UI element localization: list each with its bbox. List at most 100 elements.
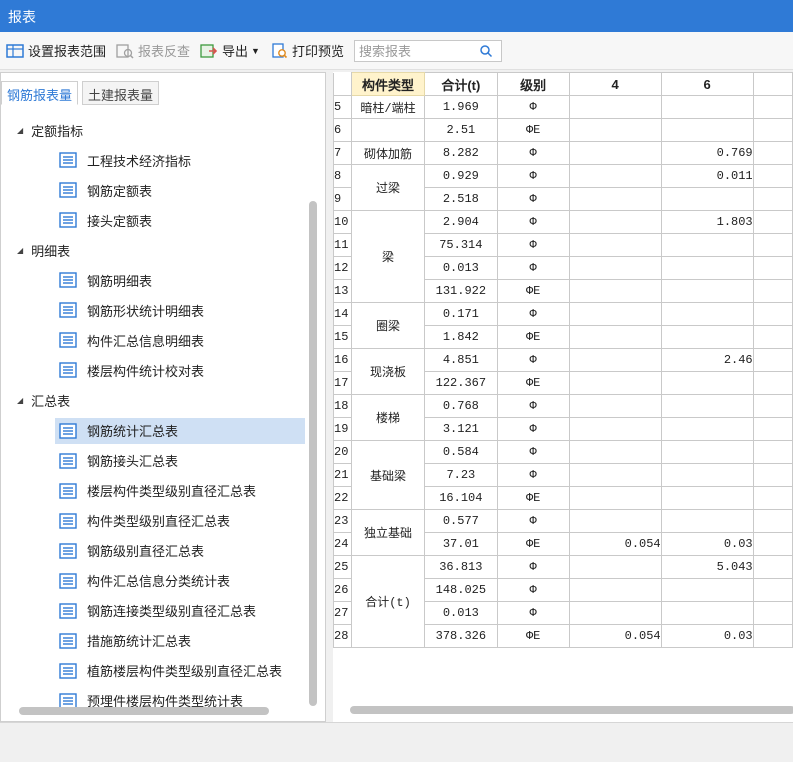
dia-4-cell[interactable] — [568, 187, 662, 211]
total-cell[interactable]: 2.518 — [424, 187, 498, 211]
blank-cell[interactable] — [752, 348, 793, 372]
total-cell[interactable]: 1.842 — [424, 325, 498, 349]
grade-cell[interactable]: Φ — [496, 417, 570, 441]
dia-4-cell[interactable]: 0.054 — [568, 624, 662, 648]
total-cell[interactable]: 0.013 — [424, 601, 498, 625]
column-header-dia-4[interactable]: 4 — [568, 72, 662, 96]
tree-item[interactable]: 措施筋统计汇总表 — [55, 628, 305, 654]
blank-cell[interactable] — [752, 118, 793, 142]
dia-6-cell[interactable] — [660, 440, 754, 464]
total-cell[interactable]: 8.282 — [424, 141, 498, 165]
row-number-cell[interactable]: 24 — [333, 532, 352, 556]
dia-4-cell[interactable] — [568, 141, 662, 165]
dia-6-cell[interactable] — [660, 463, 754, 487]
grid-horizontal-scrollbar[interactable] — [350, 706, 793, 714]
dia-4-cell[interactable] — [568, 164, 662, 188]
tree-vertical-scrollbar[interactable] — [309, 201, 317, 706]
grade-cell[interactable]: Φ — [496, 187, 570, 211]
dia-4-cell[interactable] — [568, 394, 662, 418]
tree-item[interactable]: 钢筋明细表 — [55, 267, 305, 293]
category-cell[interactable]: 独立基础 — [350, 509, 426, 556]
dia-4-cell[interactable] — [568, 417, 662, 441]
row-number-cell[interactable]: 6 — [333, 118, 352, 142]
search-icon[interactable] — [479, 44, 493, 58]
row-number-cell[interactable]: 16 — [333, 348, 352, 372]
total-cell[interactable]: 0.577 — [424, 509, 498, 533]
row-number-cell[interactable]: 13 — [333, 279, 352, 303]
dia-6-cell[interactable] — [660, 187, 754, 211]
row-number-cell[interactable]: 8 — [333, 164, 352, 188]
row-number-cell[interactable]: 18 — [333, 394, 352, 418]
grade-cell[interactable]: Φ — [496, 164, 570, 188]
total-cell[interactable]: 0.929 — [424, 164, 498, 188]
dia-6-cell[interactable]: 0.03 — [660, 624, 754, 648]
blank-cell[interactable] — [752, 187, 793, 211]
category-cell[interactable]: 过梁 — [350, 164, 426, 211]
blank-cell[interactable] — [752, 164, 793, 188]
total-cell[interactable]: 75.314 — [424, 233, 498, 257]
grade-cell[interactable]: Φ — [496, 509, 570, 533]
row-number-cell[interactable]: 17 — [333, 371, 352, 395]
dia-6-cell[interactable] — [660, 95, 754, 119]
dia-6-cell[interactable] — [660, 371, 754, 395]
total-cell[interactable]: 122.367 — [424, 371, 498, 395]
blank-cell[interactable] — [752, 256, 793, 280]
dia-4-cell[interactable] — [568, 302, 662, 326]
category-cell[interactable]: 暗柱/端柱 — [350, 95, 426, 119]
grade-cell[interactable]: ΦE — [496, 624, 570, 648]
dia-6-cell[interactable]: 0.769 — [660, 141, 754, 165]
row-number-cell[interactable]: 28 — [333, 624, 352, 648]
grade-cell[interactable]: Φ — [496, 141, 570, 165]
dia-4-cell[interactable] — [568, 256, 662, 280]
grade-cell[interactable]: ΦE — [496, 532, 570, 556]
blank-cell[interactable] — [752, 601, 793, 625]
blank-cell[interactable] — [752, 624, 793, 648]
total-cell[interactable]: 131.922 — [424, 279, 498, 303]
expand-triangle-icon[interactable]: ◢ — [17, 246, 23, 255]
tree-item[interactable]: 钢筋统计汇总表 — [55, 417, 305, 444]
column-header-category[interactable]: 构件类型 — [350, 72, 426, 96]
dia-6-cell[interactable] — [660, 509, 754, 533]
blank-cell[interactable] — [752, 325, 793, 349]
dia-4-cell[interactable] — [568, 348, 662, 372]
total-cell[interactable]: 37.01 — [424, 532, 498, 556]
blank-cell[interactable] — [752, 279, 793, 303]
tree-item[interactable]: 构件汇总信息分类统计表 — [55, 568, 305, 594]
tree-item[interactable]: 钢筋接头汇总表 — [55, 448, 305, 474]
export-dropdown-button[interactable]: 导出 ▼ — [200, 41, 260, 60]
grade-cell[interactable]: Φ — [496, 210, 570, 234]
total-cell[interactable]: 378.326 — [424, 624, 498, 648]
dia-6-cell[interactable] — [660, 325, 754, 349]
total-cell[interactable]: 0.768 — [424, 394, 498, 418]
row-number-cell[interactable]: 15 — [333, 325, 352, 349]
row-number-cell[interactable]: 25 — [333, 555, 352, 579]
dia-4-cell[interactable] — [568, 463, 662, 487]
dia-4-cell[interactable] — [568, 95, 662, 119]
dia-4-cell[interactable] — [568, 509, 662, 533]
tree-item[interactable]: 工程技术经济指标 — [55, 147, 305, 173]
dia-6-cell[interactable]: 1.803 — [660, 210, 754, 234]
total-cell[interactable]: 3.121 — [424, 417, 498, 441]
dia-6-cell[interactable]: 5.043 — [660, 555, 754, 579]
dia-6-cell[interactable]: 0.03 — [660, 532, 754, 556]
tree-item[interactable]: 楼层构件类型级别直径汇总表 — [55, 478, 305, 504]
category-cell[interactable]: 基础梁 — [350, 440, 426, 510]
grade-cell[interactable]: Φ — [496, 440, 570, 464]
total-cell[interactable]: 0.171 — [424, 302, 498, 326]
row-number-cell[interactable]: 7 — [333, 141, 352, 165]
expand-triangle-icon[interactable]: ◢ — [17, 126, 23, 135]
tree-group-2[interactable]: ◢ 汇总表 — [17, 387, 70, 413]
dia-6-cell[interactable]: 0.011 — [660, 164, 754, 188]
category-cell[interactable]: 圈梁 — [350, 302, 426, 349]
grade-cell[interactable]: ΦE — [496, 486, 570, 510]
dia-6-cell[interactable] — [660, 233, 754, 257]
column-header-total[interactable]: 合计(t) — [424, 72, 498, 96]
row-number-cell[interactable]: 20 — [333, 440, 352, 464]
dia-4-cell[interactable] — [568, 210, 662, 234]
total-cell[interactable]: 16.104 — [424, 486, 498, 510]
dia-4-cell[interactable] — [568, 233, 662, 257]
grade-cell[interactable]: Φ — [496, 463, 570, 487]
grade-cell[interactable]: Φ — [496, 601, 570, 625]
dia-4-cell[interactable] — [568, 601, 662, 625]
tree-item[interactable]: 构件类型级别直径汇总表 — [55, 508, 305, 534]
